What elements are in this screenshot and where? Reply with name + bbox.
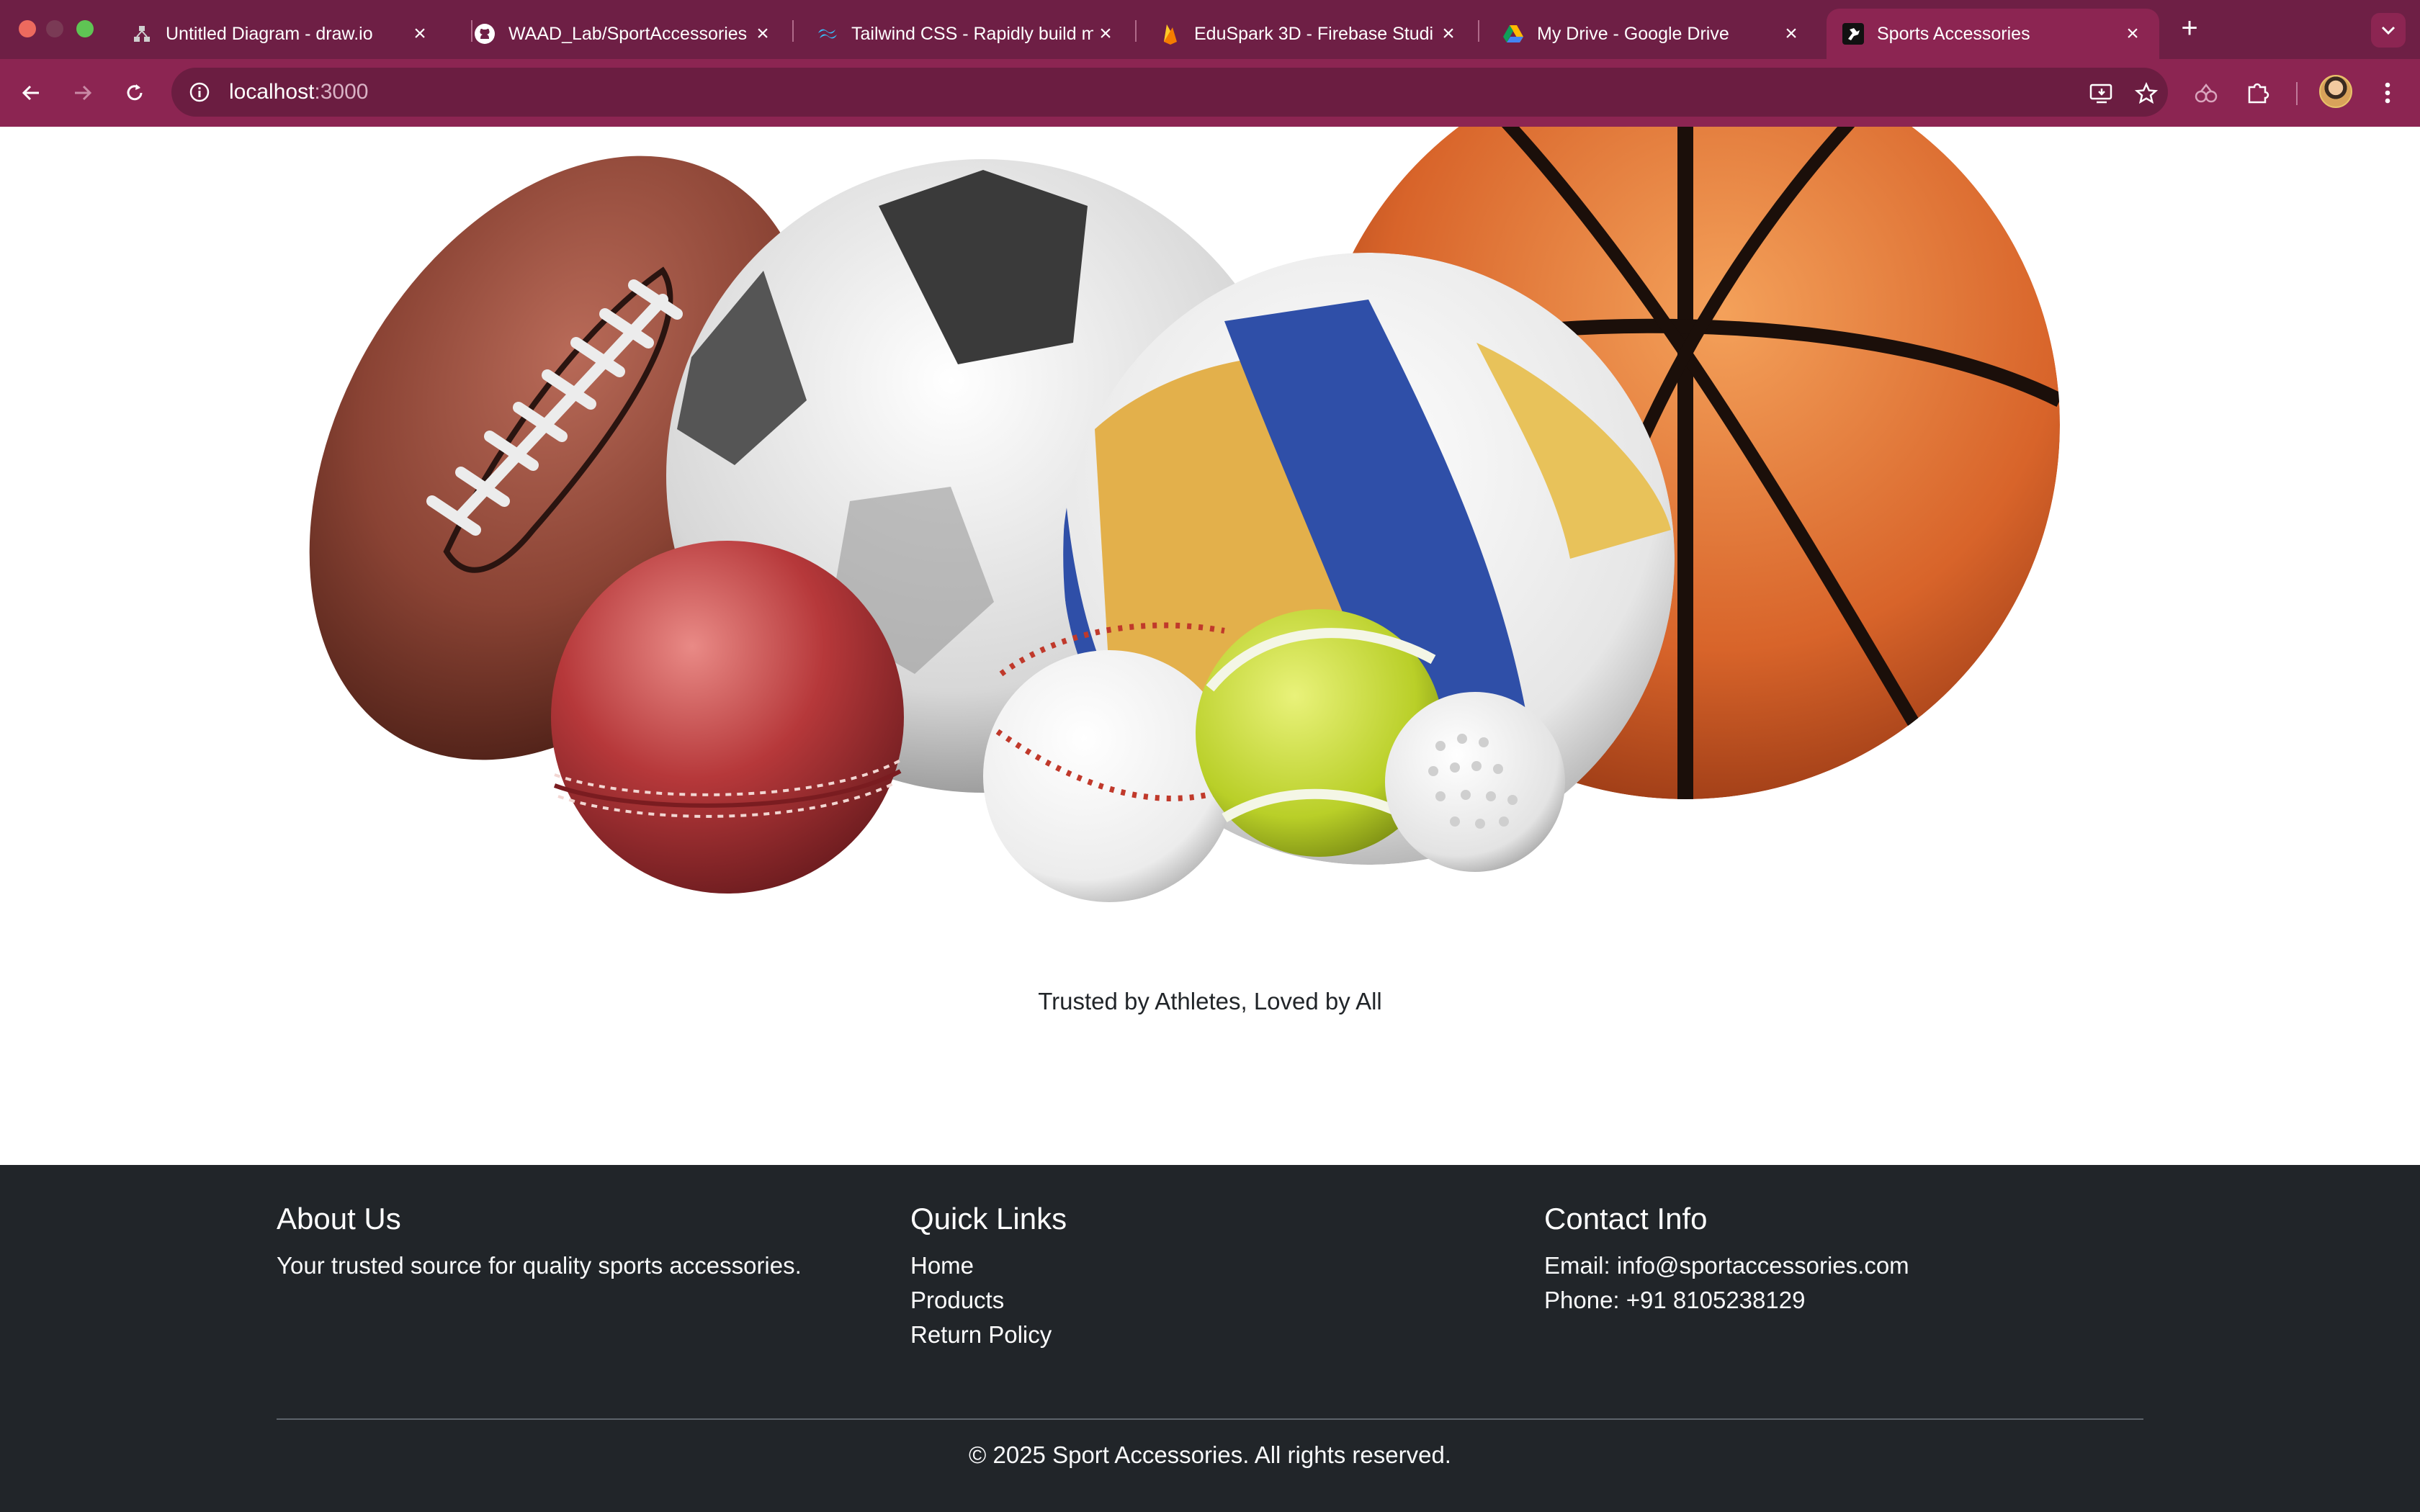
- browser-tab-firebase[interactable]: EduSpark 3D - Firebase Studi ×: [1144, 9, 1475, 59]
- cricket-ball: [551, 541, 904, 894]
- close-icon[interactable]: ×: [750, 22, 775, 46]
- tab-title: Sports Accessories: [1877, 23, 2030, 44]
- arrow-right-icon: [75, 85, 92, 101]
- footer-contact-heading: Contact Info: [1544, 1202, 1708, 1236]
- tab-title: Tailwind CSS - Rapidly build m: [851, 23, 1093, 44]
- footer-copyright: © 2025 Sport Accessories. All rights res…: [969, 1441, 1451, 1468]
- chevron-down-icon: [2381, 26, 2396, 35]
- tab-search-button[interactable]: [2371, 13, 2406, 48]
- hero-tagline: Trusted by Athletes, Loved by All: [1038, 988, 1382, 1014]
- tailwind-icon: [817, 23, 838, 45]
- page-viewport: Trusted by Athletes, Loved by All About …: [0, 127, 2420, 1512]
- close-icon[interactable]: ×: [1093, 22, 1118, 46]
- drawio-icon: [131, 23, 153, 45]
- close-icon[interactable]: ×: [408, 22, 432, 46]
- footer-about-text: Your trusted source for quality sports a…: [277, 1252, 802, 1279]
- arrow-left-icon: [22, 85, 39, 101]
- footer-links-column: Quick Links Home Products Return Policy: [910, 1201, 1067, 1352]
- toolbar-divider: [2296, 82, 2298, 105]
- back-button[interactable]: [13, 75, 49, 111]
- site-favicon: [1842, 23, 1864, 45]
- new-tab-button[interactable]: +: [2175, 14, 2204, 43]
- footer-contact-phone: Phone: +91 8105238129: [1544, 1287, 1806, 1314]
- close-icon[interactable]: ×: [2120, 22, 2145, 46]
- footer-links-heading: Quick Links: [910, 1202, 1067, 1236]
- install-app-icon[interactable]: [2087, 79, 2116, 108]
- firebase-icon: [1160, 23, 1181, 45]
- window-minimize-button[interactable]: [46, 20, 63, 37]
- footer-contact-column: Contact Info Email: info@sportaccessorie…: [1544, 1201, 1909, 1318]
- tab-title: Untitled Diagram - draw.io: [166, 23, 373, 44]
- tab-title: EduSpark 3D - Firebase Studi: [1194, 23, 1434, 44]
- extensions-puzzle-icon[interactable]: [2241, 76, 2275, 109]
- sports-balls-image: [309, 127, 2060, 902]
- google-drive-icon: [1502, 23, 1524, 45]
- footer-about-heading: About Us: [277, 1202, 401, 1236]
- reload-icon: [127, 84, 143, 101]
- browser-tab-tailwind[interactable]: Tailwind CSS - Rapidly build m ×: [801, 9, 1132, 59]
- browser-toolbar: localhost:3000: [0, 59, 2420, 127]
- url-text[interactable]: localhost:3000: [229, 80, 368, 104]
- footer-divider: [277, 1418, 2143, 1420]
- tab-title: WAAD_Lab/SportAccessories: [508, 23, 748, 44]
- footer-link-return-policy[interactable]: Return Policy: [910, 1318, 1067, 1352]
- window-close-button[interactable]: [19, 20, 36, 37]
- footer-about-column: About Us Your trusted source for quality…: [277, 1201, 802, 1283]
- window-zoom-button[interactable]: [76, 20, 94, 37]
- hero-image: [0, 127, 2420, 912]
- tab-separator: [1135, 20, 1137, 42]
- site-info-icon[interactable]: [187, 80, 212, 104]
- footer-link-products[interactable]: Products: [910, 1283, 1067, 1318]
- performance-icon[interactable]: [2190, 76, 2223, 109]
- tab-separator: [1478, 20, 1479, 42]
- github-icon: [474, 23, 496, 45]
- golf-ball: [1385, 692, 1565, 872]
- browser-tab-drawio[interactable]: Untitled Diagram - draw.io ×: [115, 9, 447, 59]
- close-icon[interactable]: ×: [1779, 22, 1803, 46]
- footer-contact-email: Email: info@sportaccessories.com: [1544, 1252, 1909, 1279]
- bookmark-star-icon[interactable]: [2132, 79, 2161, 108]
- footer-link-home[interactable]: Home: [910, 1248, 1067, 1283]
- browser-tab-sports-accessories[interactable]: Sports Accessories ×: [1827, 9, 2159, 59]
- forward-button[interactable]: [65, 75, 101, 111]
- reload-button[interactable]: [117, 75, 153, 111]
- browser-tab-google-drive[interactable]: My Drive - Google Drive ×: [1487, 9, 1818, 59]
- close-icon[interactable]: ×: [1436, 22, 1461, 46]
- more-menu-icon[interactable]: [2371, 76, 2404, 109]
- browser-tab-github[interactable]: WAAD_Lab/SportAccessories ×: [458, 9, 789, 59]
- browser-tab-strip: Untitled Diagram - draw.io × WAAD_Lab/Sp…: [0, 0, 2420, 59]
- address-bar[interactable]: localhost:3000: [171, 68, 2168, 117]
- tab-title: My Drive - Google Drive: [1537, 23, 1729, 44]
- profile-avatar[interactable]: [2319, 75, 2352, 108]
- tab-separator: [792, 20, 794, 42]
